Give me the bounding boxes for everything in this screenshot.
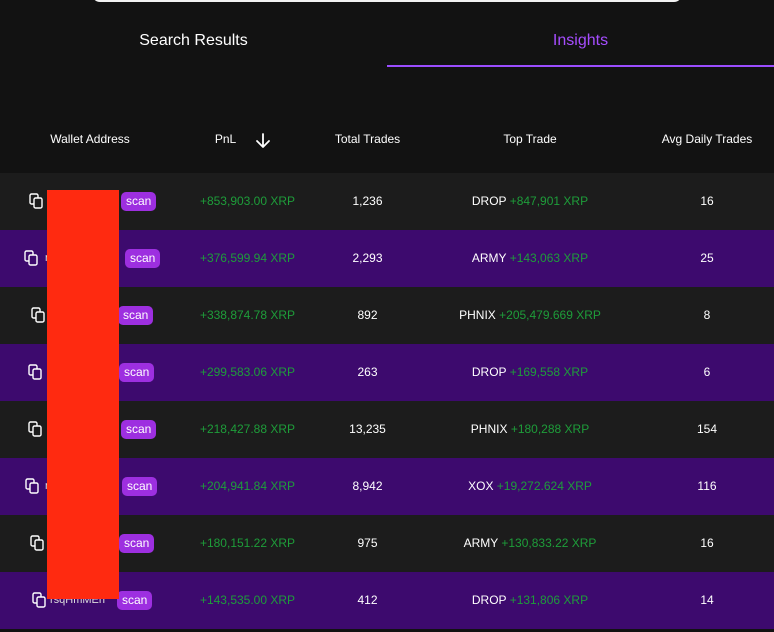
header-top-trade[interactable]: Top Trade (420, 132, 640, 146)
top-trade-value: PHNIX +205,479.669 XRP (420, 287, 640, 344)
top-trade-value: DROP +131,806 XRP (420, 572, 640, 629)
table-header: Wallet Address PnL Total Trades Top Trad… (0, 118, 774, 162)
total-trades-value: 2,293 (352, 251, 383, 265)
pnl-value: +204,941.84 XRP (199, 479, 296, 493)
top-trade-gain: +131,806 XRP (509, 593, 589, 607)
avg-daily-trades-value: 154 (696, 422, 718, 436)
top-trade-gain: +143,063 XRP (509, 251, 589, 265)
top-trade-gain: +180,288 XRP (510, 422, 590, 436)
avg-daily-trades-value: 16 (700, 194, 714, 208)
total-trades-value: 13,235 (349, 422, 386, 436)
copy-icon[interactable] (28, 421, 42, 437)
pnl-value: +143,535.00 XRP (199, 593, 296, 607)
total-trades-value: 975 (357, 536, 378, 550)
scan-button[interactable]: scan (117, 591, 153, 610)
avg-daily-trades-value: 14 (700, 593, 714, 607)
top-trade-token: DROP (471, 593, 507, 607)
avg-daily-trades-value: 8 (703, 308, 711, 322)
avg-daily-trades-value: 16 (700, 536, 714, 550)
copy-icon[interactable] (24, 250, 38, 266)
header-pnl[interactable]: PnL (180, 132, 315, 146)
tab-search-results[interactable]: Search Results (0, 32, 387, 50)
top-trade-value: ARMY +143,063 XRP (420, 230, 640, 287)
copy-icon[interactable] (29, 193, 43, 209)
pnl-value: +853,903.00 XRP (199, 194, 296, 208)
top-trade-gain: +19,272.624 XRP (496, 479, 592, 493)
header-wallet-address[interactable]: Wallet Address (0, 132, 180, 146)
top-trade-gain: +847,901 XRP (509, 194, 589, 208)
avg-daily-trades-value: 6 (703, 365, 711, 379)
total-trades-value: 8,942 (352, 479, 383, 493)
top-trade-gain: +169,558 XRP (509, 365, 589, 379)
pnl-value: +218,427.88 XRP (199, 422, 296, 436)
copy-icon[interactable] (25, 478, 39, 494)
top-trade-token: DROP (471, 365, 507, 379)
scan-button[interactable]: scan (118, 306, 154, 325)
top-trade-token: PHNIX (470, 422, 508, 436)
header-pnl-label: PnL (214, 132, 237, 146)
tab-insights[interactable]: Insights (387, 32, 774, 50)
scan-button[interactable]: scan (121, 420, 157, 439)
header-avg-daily-trades[interactable]: Avg Daily Trades (640, 132, 774, 146)
total-trades-value: 1,236 (352, 194, 383, 208)
copy-icon[interactable] (28, 364, 42, 380)
top-trade-token: DROP (471, 194, 507, 208)
top-trade-value: DROP +847,901 XRP (420, 173, 640, 230)
top-trade-token: ARMY (463, 536, 499, 550)
top-trade-token: ARMY (471, 251, 507, 265)
arrow-down-icon[interactable] (254, 132, 272, 150)
top-trade-value: DROP +169,558 XRP (420, 344, 640, 401)
scan-button[interactable]: scan (121, 192, 157, 211)
pnl-value: +338,874.78 XRP (199, 308, 296, 322)
scan-button[interactable]: scan (119, 363, 155, 382)
pnl-value: +299,583.06 XRP (199, 365, 296, 379)
total-trades-value: 412 (357, 593, 378, 607)
pnl-value: +376,599.94 XRP (199, 251, 296, 265)
copy-icon[interactable] (31, 307, 45, 323)
header-total-trades[interactable]: Total Trades (315, 132, 420, 146)
top-trade-token: XOX (468, 479, 494, 493)
top-trade-gain: +205,479.669 XRP (499, 308, 601, 322)
top-trade-value: ARMY +130,833.22 XRP (420, 515, 640, 572)
active-tab-underline (387, 65, 774, 67)
tab-bar: Search Results Insights (0, 0, 774, 68)
copy-icon[interactable] (30, 535, 44, 551)
scan-button[interactable]: scan (125, 249, 161, 268)
top-trade-value: PHNIX +180,288 XRP (420, 401, 640, 458)
copy-icon[interactable] (32, 592, 46, 608)
redaction-block (47, 190, 119, 599)
top-trade-value: XOX +19,272.624 XRP (420, 458, 640, 515)
top-trade-token: PHNIX (459, 308, 496, 322)
top-trade-gain: +130,833.22 XRP (501, 536, 597, 550)
total-trades-value: 892 (357, 308, 378, 322)
avg-daily-trades-value: 116 (697, 479, 717, 493)
avg-daily-trades-value: 25 (700, 251, 714, 265)
scan-button[interactable]: scan (122, 477, 158, 496)
pnl-value: +180,151.22 XRP (199, 536, 296, 550)
scan-button[interactable]: scan (119, 534, 155, 553)
total-trades-value: 263 (357, 365, 378, 379)
